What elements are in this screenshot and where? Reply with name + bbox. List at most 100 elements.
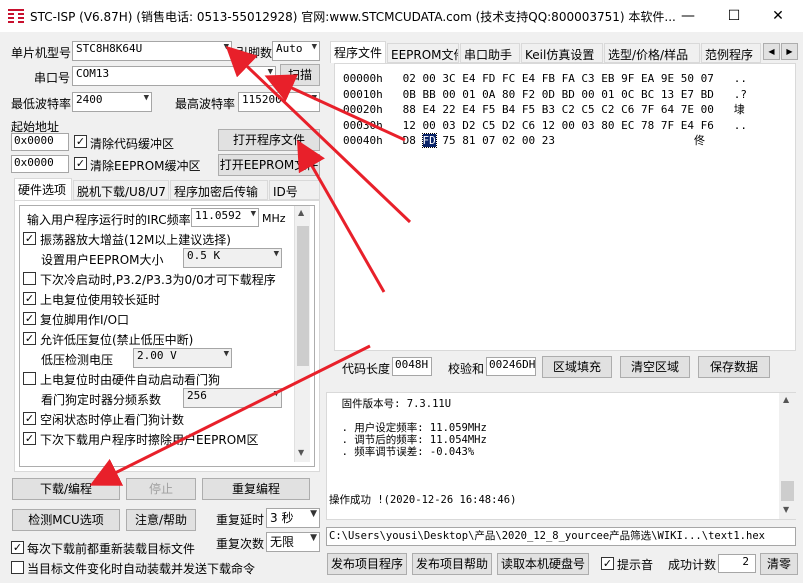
idle-stop-watchdog-checkbox[interactable]: ✓: [23, 412, 36, 425]
oscillator-gain-label: 振荡器放大增益(12M以上建议选择): [40, 233, 231, 247]
hex-view-panel[interactable]: 00000h 02 00 3C E4 FD FC E4 FB FA C3 EB …: [334, 63, 796, 351]
reload-before-download-checkbox[interactable]: ✓: [11, 541, 24, 554]
retry-count-value: 无限: [270, 535, 295, 549]
p32-p33-checkbox[interactable]: [23, 272, 36, 285]
scan-button[interactable]: 扫描: [280, 64, 320, 86]
clear-count-button[interactable]: 清零: [760, 553, 798, 575]
checksum-value: 00246DH: [486, 357, 536, 376]
read-disk-id-button[interactable]: 读取本机硬盘号: [497, 553, 589, 575]
publish-help-button[interactable]: 发布项目帮助: [412, 553, 492, 575]
max-baud-select[interactable]: 115200 ▼: [238, 92, 320, 112]
scroll-up-icon[interactable]: ▲: [298, 208, 304, 217]
repeat-program-button[interactable]: 重复编程: [202, 478, 310, 500]
chevron-down-icon: ▼: [223, 42, 229, 52]
eeprom-size-select[interactable]: 0.5 K ▼: [183, 248, 282, 268]
clear-eeprom-checkbox[interactable]: ✓: [74, 157, 87, 170]
tab-scroll-right-icon[interactable]: ▶: [781, 43, 798, 60]
low-voltage-detect-value: 2.00 V: [137, 349, 177, 362]
auto-load-label: 当目标文件变化时自动装载并发送下载命令: [27, 562, 256, 576]
save-data-button[interactable]: 保存数据: [698, 356, 770, 378]
min-baud-select[interactable]: 2400 ▼: [72, 92, 152, 112]
log-scrollbar[interactable]: ▲ ▼: [779, 393, 796, 519]
open-program-file-button[interactable]: 打开程序文件: [218, 129, 320, 151]
reset-long-delay-checkbox[interactable]: ✓: [23, 292, 36, 305]
hex-row: 00000h 02 00 3C E4 FD FC E4 FB FA C3 EB …: [343, 72, 748, 85]
pin-count-value: Auto: [276, 42, 303, 55]
auto-load-checkbox[interactable]: [11, 561, 24, 574]
scroll-down-icon[interactable]: ▼: [783, 505, 789, 514]
code-start-address-input[interactable]: 0x0000: [11, 133, 69, 151]
tab-program-file[interactable]: 程序文件: [330, 41, 386, 63]
success-count-label: 成功计数: [668, 558, 717, 572]
oscillator-gain-checkbox[interactable]: ✓: [23, 232, 36, 245]
tab-selection-price[interactable]: 选型/价格/样品: [604, 43, 700, 63]
eeprom-size-label: 设置用户EEPROM大小: [41, 253, 164, 267]
check-mcu-options-button[interactable]: 检测MCU选项: [12, 509, 120, 531]
code-length-label: 代码长度: [342, 362, 391, 376]
maximize-icon[interactable]: ☐: [714, 4, 754, 28]
options-scrollbar[interactable]: ▲ ▼: [294, 206, 310, 462]
open-eeprom-file-button[interactable]: 打开EEPROM文件: [218, 154, 320, 176]
erase-eeprom-checkbox[interactable]: ✓: [23, 432, 36, 445]
tab-scroll-left-icon[interactable]: ◀: [763, 43, 780, 60]
watchdog-auto-start-checkbox[interactable]: [23, 372, 36, 385]
scrollbar-thumb[interactable]: [297, 226, 309, 366]
irc-frequency-select[interactable]: 11.0592 ▼: [191, 208, 259, 227]
app-logo-icon: [8, 9, 24, 23]
max-baud-value: 115200: [242, 93, 282, 106]
hex-cursor-selection[interactable]: FD: [421, 133, 437, 148]
tab-eeprom-file[interactable]: EEPROM文件: [387, 43, 459, 63]
min-baud-label: 最低波特率: [11, 97, 72, 111]
low-voltage-reset-label: 允许低压复位(禁止低压中断): [40, 333, 194, 347]
low-voltage-detect-select[interactable]: 2.00 V ▼: [133, 348, 232, 368]
low-voltage-reset-checkbox[interactable]: ✓: [23, 332, 36, 345]
eeprom-start-address-input[interactable]: 0x0000: [11, 155, 69, 173]
chevron-down-icon: ▼: [273, 249, 279, 259]
pin-count-label: 引脚数: [236, 46, 273, 60]
p32-p33-label: 下次冷启动时,P3.2/P3.3为0/0才可下载程序: [40, 273, 276, 287]
close-icon[interactable]: ✕: [758, 4, 798, 28]
log-output-panel: 固件版本号: 7.3.11U . 用户设定频率: 11.059MHz . 调节后…: [326, 392, 796, 520]
minimize-icon[interactable]: —: [668, 4, 708, 28]
pin-count-select[interactable]: Auto ▼: [272, 41, 320, 61]
tab-hardware-options[interactable]: 硬件选项: [14, 178, 72, 200]
region-fill-button[interactable]: 区域填充: [542, 356, 612, 378]
stop-button[interactable]: 停止: [126, 478, 196, 500]
irc-frequency-label: 输入用户程序运行时的IRC频率: [27, 213, 191, 227]
low-voltage-detect-label: 低压检测电压: [41, 353, 114, 367]
tab-examples[interactable]: 范例程序: [701, 43, 761, 63]
clear-region-button[interactable]: 清空区域: [620, 356, 690, 378]
hex-row: 00040h D8 FD 75 81 07 02 00 23 佟: [343, 133, 706, 148]
tab-encrypted-transfer[interactable]: 程序加密后传输: [170, 180, 268, 200]
tab-serial-assistant[interactable]: 串口助手: [460, 43, 520, 63]
reset-long-delay-label: 上电复位使用较长延时: [40, 293, 161, 307]
window-title: STC-ISP (V6.87H) (销售电话: 0513-55012928) 官…: [30, 10, 676, 24]
serial-port-select[interactable]: COM13 ▼: [72, 66, 276, 86]
tab-offline-download[interactable]: 脱机下载/U8/U7: [73, 180, 169, 200]
min-baud-value: 2400: [76, 93, 103, 106]
retry-delay-value: 3 秒: [270, 511, 294, 525]
success-count-value: 2: [718, 554, 756, 573]
notes-help-button[interactable]: 注意/帮助: [126, 509, 196, 531]
checksum-label: 校验和: [448, 362, 485, 376]
reset-pin-io-checkbox[interactable]: ✓: [23, 312, 36, 325]
watchdog-divider-value: 256: [187, 389, 207, 402]
chevron-down-icon: ▼: [311, 42, 317, 52]
download-program-button[interactable]: 下载/编程: [12, 478, 120, 500]
scroll-down-icon[interactable]: ▼: [298, 448, 304, 457]
tab-id-number[interactable]: ID号: [269, 180, 320, 200]
scrollbar-thumb[interactable]: [781, 481, 794, 501]
clear-code-checkbox[interactable]: ✓: [74, 135, 87, 148]
beep-checkbox[interactable]: ✓: [601, 557, 614, 570]
watchdog-divider-select[interactable]: 256 ▼: [183, 388, 282, 408]
scroll-up-icon[interactable]: ▲: [783, 395, 789, 404]
retry-count-select[interactable]: 无限 ▼: [266, 532, 320, 552]
tab-keil-debug[interactable]: Keil仿真设置: [521, 43, 603, 63]
retry-delay-select[interactable]: 3 秒 ▼: [266, 508, 320, 528]
chevron-down-icon: ▼: [310, 509, 317, 519]
mcu-model-select[interactable]: STC8H8K64U ▼: [72, 41, 232, 61]
publish-project-button[interactable]: 发布项目程序: [327, 553, 407, 575]
file-path-field: C:\Users\yousi\Desktop\产品\2020_12_8_your…: [326, 527, 796, 546]
beep-label: 提示音: [617, 558, 654, 572]
hex-row: 00020h 88 E4 22 E4 F5 B4 F5 B3 C2 C5 C2 …: [343, 103, 745, 116]
